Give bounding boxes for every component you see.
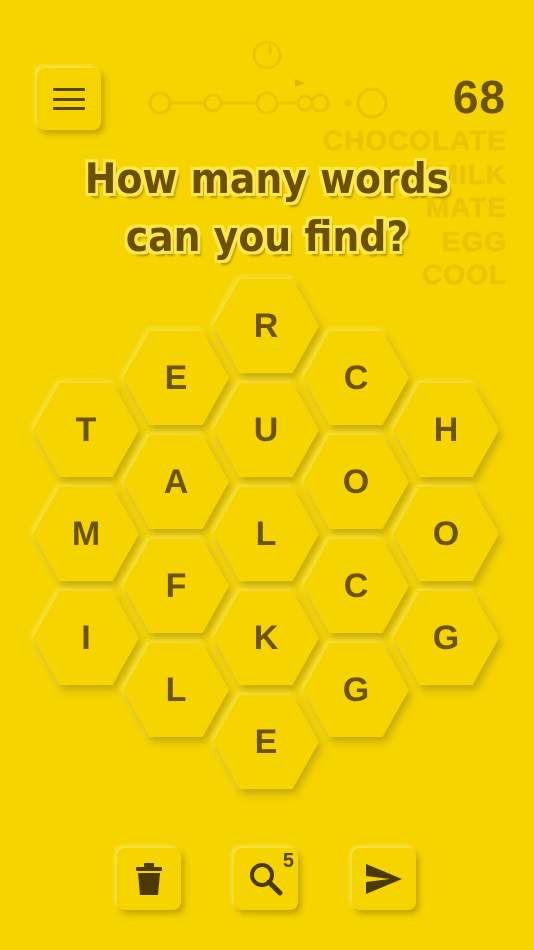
search-icon bbox=[250, 863, 283, 896]
tile-letter: L bbox=[255, 514, 277, 553]
tile-letter: O bbox=[342, 462, 370, 501]
tile-letter: U bbox=[253, 410, 279, 449]
send-icon bbox=[366, 864, 402, 894]
tile-letter: G bbox=[342, 670, 370, 709]
delete-button[interactable] bbox=[117, 848, 181, 910]
submit-word-button[interactable] bbox=[352, 848, 416, 910]
tile-letter: L bbox=[165, 670, 187, 709]
tile-letter: O bbox=[432, 514, 460, 553]
tile-letter: F bbox=[165, 566, 187, 605]
hint-count-badge: 5 bbox=[282, 850, 294, 872]
trash-icon bbox=[136, 863, 162, 895]
tile-letter: R bbox=[253, 306, 279, 345]
tile-letter: K bbox=[253, 618, 279, 657]
tile-letter: H bbox=[433, 410, 459, 449]
tile-letter: T bbox=[75, 410, 97, 449]
tile-letter: G bbox=[432, 618, 460, 657]
letter-board: R E C T U H A O M L O F C I K G L G E bbox=[0, 0, 534, 950]
tile-letter: C bbox=[343, 358, 369, 397]
tile-letter: M bbox=[71, 514, 101, 553]
hint-button[interactable]: 5 bbox=[234, 848, 298, 910]
tile-letter: I bbox=[81, 618, 91, 657]
tile-letter: E bbox=[164, 358, 188, 397]
tile-letter: E bbox=[254, 722, 278, 761]
tile-letter: A bbox=[163, 462, 189, 501]
letter-tile[interactable]: E bbox=[213, 695, 319, 789]
tile-letter: C bbox=[343, 566, 369, 605]
